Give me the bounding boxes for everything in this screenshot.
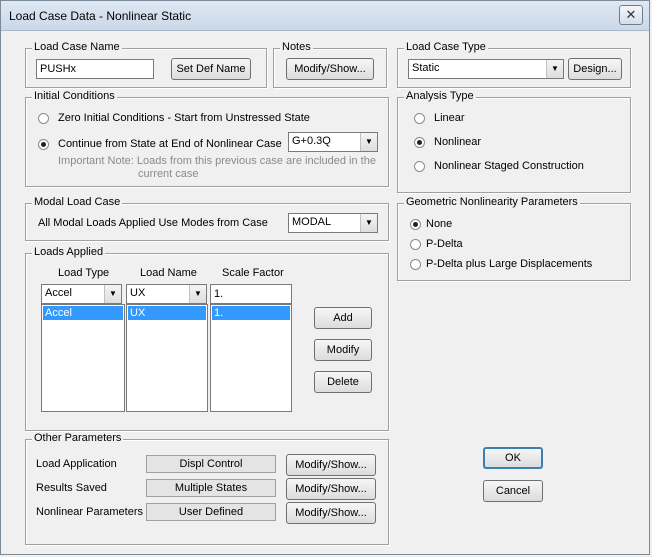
p-delta-large-label: P-Delta plus Large Displacements bbox=[426, 258, 593, 270]
window-title: Load Case Data - Nonlinear Static bbox=[9, 9, 192, 23]
radio-nonlinear[interactable] bbox=[414, 137, 425, 148]
continue-state-label: Continue from State at End of Nonlinear … bbox=[58, 138, 282, 150]
radio-nonlinear-staged[interactable] bbox=[414, 161, 425, 172]
cancel-button[interactable]: Cancel bbox=[483, 480, 543, 502]
chevron-down-icon[interactable]: ▼ bbox=[360, 214, 377, 232]
chevron-down-icon[interactable]: ▼ bbox=[104, 285, 121, 303]
load-case-type-select[interactable]: Static ▼ bbox=[408, 59, 564, 79]
load-type-select[interactable]: Accel ▼ bbox=[41, 284, 122, 304]
nonlinear-parameters-value: User Defined bbox=[146, 503, 276, 521]
title-bar[interactable]: Load Case Data - Nonlinear Static ✕ bbox=[1, 1, 649, 31]
notes-legend: Notes bbox=[280, 41, 313, 53]
continue-case-select[interactable]: G+0.3Q ▼ bbox=[288, 132, 378, 152]
radio-p-delta[interactable] bbox=[410, 239, 421, 250]
dialog-body: Load Case Name PUSHx Set Def Name Notes … bbox=[7, 31, 643, 551]
linear-label: Linear bbox=[434, 112, 465, 124]
load-name-header: Load Name bbox=[140, 267, 197, 279]
add-button[interactable]: Add bbox=[314, 307, 372, 329]
load-type-header: Load Type bbox=[58, 267, 110, 279]
modify-button[interactable]: Modify bbox=[314, 339, 372, 361]
nonlinear-parameters-modify-button[interactable]: Modify/Show... bbox=[286, 502, 376, 524]
initial-conditions-group: Initial Conditions Zero Initial Conditio… bbox=[25, 90, 389, 187]
dialog-window: Load Case Data - Nonlinear Static ✕ Load… bbox=[0, 0, 650, 555]
load-case-type-value: Static bbox=[412, 62, 440, 74]
initial-conditions-legend: Initial Conditions bbox=[32, 90, 117, 102]
ok-button[interactable]: OK bbox=[483, 447, 543, 469]
load-application-value: Displ Control bbox=[146, 455, 276, 473]
load-case-name-legend: Load Case Name bbox=[32, 41, 122, 53]
nonlinear-label: Nonlinear bbox=[434, 136, 482, 148]
load-application-modify-button[interactable]: Modify/Show... bbox=[286, 454, 376, 476]
results-saved-modify-button[interactable]: Modify/Show... bbox=[286, 478, 376, 500]
design-button[interactable]: Design... bbox=[568, 58, 622, 80]
load-case-name-group: Load Case Name PUSHx Set Def Name bbox=[25, 41, 267, 88]
load-case-type-group: Load Case Type Static ▼ Design... bbox=[397, 41, 631, 88]
other-parameters-legend: Other Parameters bbox=[32, 432, 124, 444]
load-type-value: Accel bbox=[45, 287, 72, 299]
load-type-list[interactable]: Accel bbox=[41, 304, 125, 412]
chevron-down-icon[interactable]: ▼ bbox=[360, 133, 377, 151]
load-case-name-input[interactable]: PUSHx bbox=[36, 59, 154, 79]
modal-case-value: MODAL bbox=[292, 216, 332, 228]
zero-initial-label: Zero Initial Conditions - Start from Uns… bbox=[58, 112, 310, 124]
modal-load-case-group: Modal Load Case All Modal Loads Applied … bbox=[25, 196, 389, 241]
radio-zero-initial[interactable] bbox=[38, 113, 49, 124]
modal-case-select[interactable]: MODAL ▼ bbox=[288, 213, 378, 233]
delete-button[interactable]: Delete bbox=[314, 371, 372, 393]
modal-load-case-label: All Modal Loads Applied Use Modes from C… bbox=[38, 217, 268, 229]
loads-applied-legend: Loads Applied bbox=[32, 246, 106, 258]
important-note-line1: Important Note: Loads from this previous… bbox=[58, 155, 376, 167]
nonlinear-parameters-label: Nonlinear Parameters bbox=[36, 506, 143, 518]
chevron-down-icon[interactable]: ▼ bbox=[546, 60, 563, 78]
load-name-select[interactable]: UX ▼ bbox=[126, 284, 207, 304]
loads-applied-group: Loads Applied Load Type Load Name Scale … bbox=[25, 246, 389, 431]
load-name-value: UX bbox=[130, 287, 146, 299]
geometric-nonlinearity-legend: Geometric Nonlinearity Parameters bbox=[404, 196, 580, 208]
analysis-type-legend: Analysis Type bbox=[404, 90, 476, 102]
notes-modify-show-button[interactable]: Modify/Show... bbox=[286, 58, 374, 80]
radio-none[interactable] bbox=[410, 219, 421, 230]
radio-p-delta-large[interactable] bbox=[410, 259, 421, 270]
load-application-label: Load Application bbox=[36, 458, 117, 470]
geometric-nonlinearity-group: Geometric Nonlinearity Parameters None P… bbox=[397, 196, 631, 281]
radio-linear[interactable] bbox=[414, 113, 425, 124]
p-delta-label: P-Delta bbox=[426, 238, 463, 250]
load-case-type-legend: Load Case Type bbox=[404, 41, 488, 53]
scale-factor-header: Scale Factor bbox=[222, 267, 284, 279]
list-item[interactable]: 1. bbox=[212, 306, 290, 320]
results-saved-value: Multiple States bbox=[146, 479, 276, 497]
chevron-down-icon[interactable]: ▼ bbox=[189, 285, 206, 303]
nonlinear-staged-label: Nonlinear Staged Construction bbox=[434, 160, 584, 172]
important-note-line2: current case bbox=[138, 168, 199, 180]
list-item[interactable]: UX bbox=[128, 306, 206, 320]
other-parameters-group: Other Parameters Load Application Displ … bbox=[25, 432, 389, 545]
results-saved-label: Results Saved bbox=[36, 482, 107, 494]
continue-case-value: G+0.3Q bbox=[292, 135, 331, 147]
scale-factor-input[interactable]: 1. bbox=[210, 284, 292, 304]
notes-group: Notes Modify/Show... bbox=[273, 41, 387, 88]
radio-continue-state[interactable] bbox=[38, 139, 49, 150]
set-def-name-button[interactable]: Set Def Name bbox=[171, 58, 251, 80]
list-item[interactable]: Accel bbox=[43, 306, 123, 320]
modal-load-case-legend: Modal Load Case bbox=[32, 196, 123, 208]
analysis-type-group: Analysis Type Linear Nonlinear Nonlinear… bbox=[397, 90, 631, 193]
scale-factor-list[interactable]: 1. bbox=[210, 304, 292, 412]
load-name-list[interactable]: UX bbox=[126, 304, 208, 412]
none-label: None bbox=[426, 218, 453, 230]
close-icon[interactable]: ✕ bbox=[619, 5, 643, 25]
